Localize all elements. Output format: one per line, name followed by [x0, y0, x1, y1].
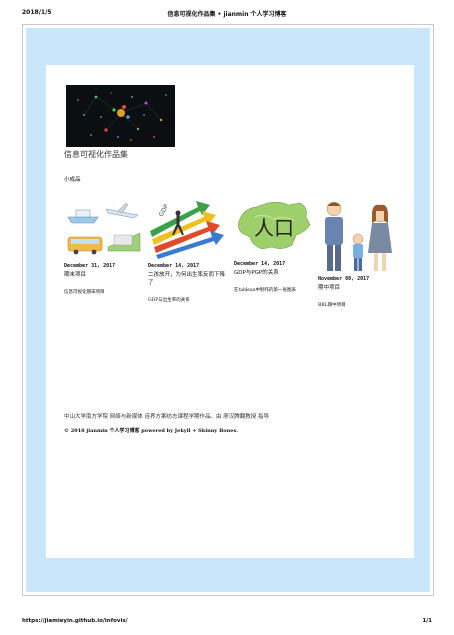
page-frame: 信息可视化作品集 小成品 December 31, 2017 期末项目 信息可视… — [22, 24, 434, 596]
post-card[interactable]: GDP December 14, 2017 二孩放开，为何出生率反而下降了 GD… — [148, 197, 228, 305]
post-title[interactable]: GDP与PGP的关系 — [234, 269, 314, 277]
post-date: December 14, 2017 — [148, 263, 200, 269]
post-thumbnail-transport[interactable] — [64, 197, 144, 259]
post-date: November 08, 2017 — [318, 276, 370, 282]
print-url: https://jiamieyin.github.io/infovis/ — [22, 618, 128, 624]
print-page-title: 信息可视化作品集 • jianmin 个人学习博客 — [167, 11, 287, 18]
post-title[interactable]: 期末项目 — [64, 271, 144, 279]
post-card[interactable]: December 31, 2017 期末项目 信息可视化期末项目 — [64, 197, 144, 297]
print-page-number: 1/1 — [422, 618, 432, 624]
page-background: 信息可视化作品集 小成品 December 31, 2017 期末项目 信息可视… — [26, 28, 430, 592]
growth-arrows-image: GDP — [150, 201, 224, 259]
post-thumbnail-map[interactable]: 人口 — [234, 197, 314, 257]
post-description: BBL期中项目 — [318, 303, 346, 308]
section-label: 小成品 — [64, 177, 81, 183]
post-description: 信息可视化期末项目 — [64, 290, 105, 295]
footer-credits: 中山大学南方学院 网络与新媒体 连界方案纺志课程学期作品。由 廖汉腾翻教授 指导 — [64, 414, 269, 420]
post-description: 在tableau中制作的第一张图表 — [234, 288, 297, 293]
print-footer: https://jiamieyin.github.io/infovis/ 1/1 — [22, 618, 432, 628]
china-map-image: 人口 — [238, 202, 311, 250]
post-card[interactable]: 人口 December 14, 2017 GDP与PGP的关系 在tableau… — [234, 197, 314, 295]
population-map-label: 人口 — [254, 216, 294, 240]
print-header: 2018/1/5 信息可视化作品集 • jianmin 个人学习博客 — [22, 9, 432, 19]
site-title[interactable]: 信息可视化作品集 — [64, 149, 128, 160]
post-date: December 31, 2017 — [64, 263, 116, 269]
post-description: GDP与出生率的关系 — [148, 298, 190, 303]
post-title[interactable]: 二孩放开，为何出生率反而下降了 — [148, 271, 228, 287]
banner-image — [66, 85, 175, 147]
gdp-arrow-label: GDP — [158, 203, 171, 218]
footer-copyright: © 2018 jianmin 个人学习博客 powered by Jekyll … — [64, 428, 239, 434]
network-graph-image — [77, 92, 167, 141]
post-date: December 14, 2017 — [234, 261, 286, 267]
family-illustration-image — [325, 201, 392, 271]
transport-icons-image — [67, 202, 141, 255]
post-thumbnail-family[interactable] — [318, 197, 398, 275]
post-thumbnail-arrows[interactable]: GDP — [148, 197, 228, 259]
post-card[interactable]: November 08, 2017 期中项目 BBL期中项目 — [318, 197, 398, 310]
content-card: 信息可视化作品集 小成品 December 31, 2017 期末项目 信息可视… — [46, 65, 414, 558]
post-title[interactable]: 期中项目 — [318, 284, 398, 292]
